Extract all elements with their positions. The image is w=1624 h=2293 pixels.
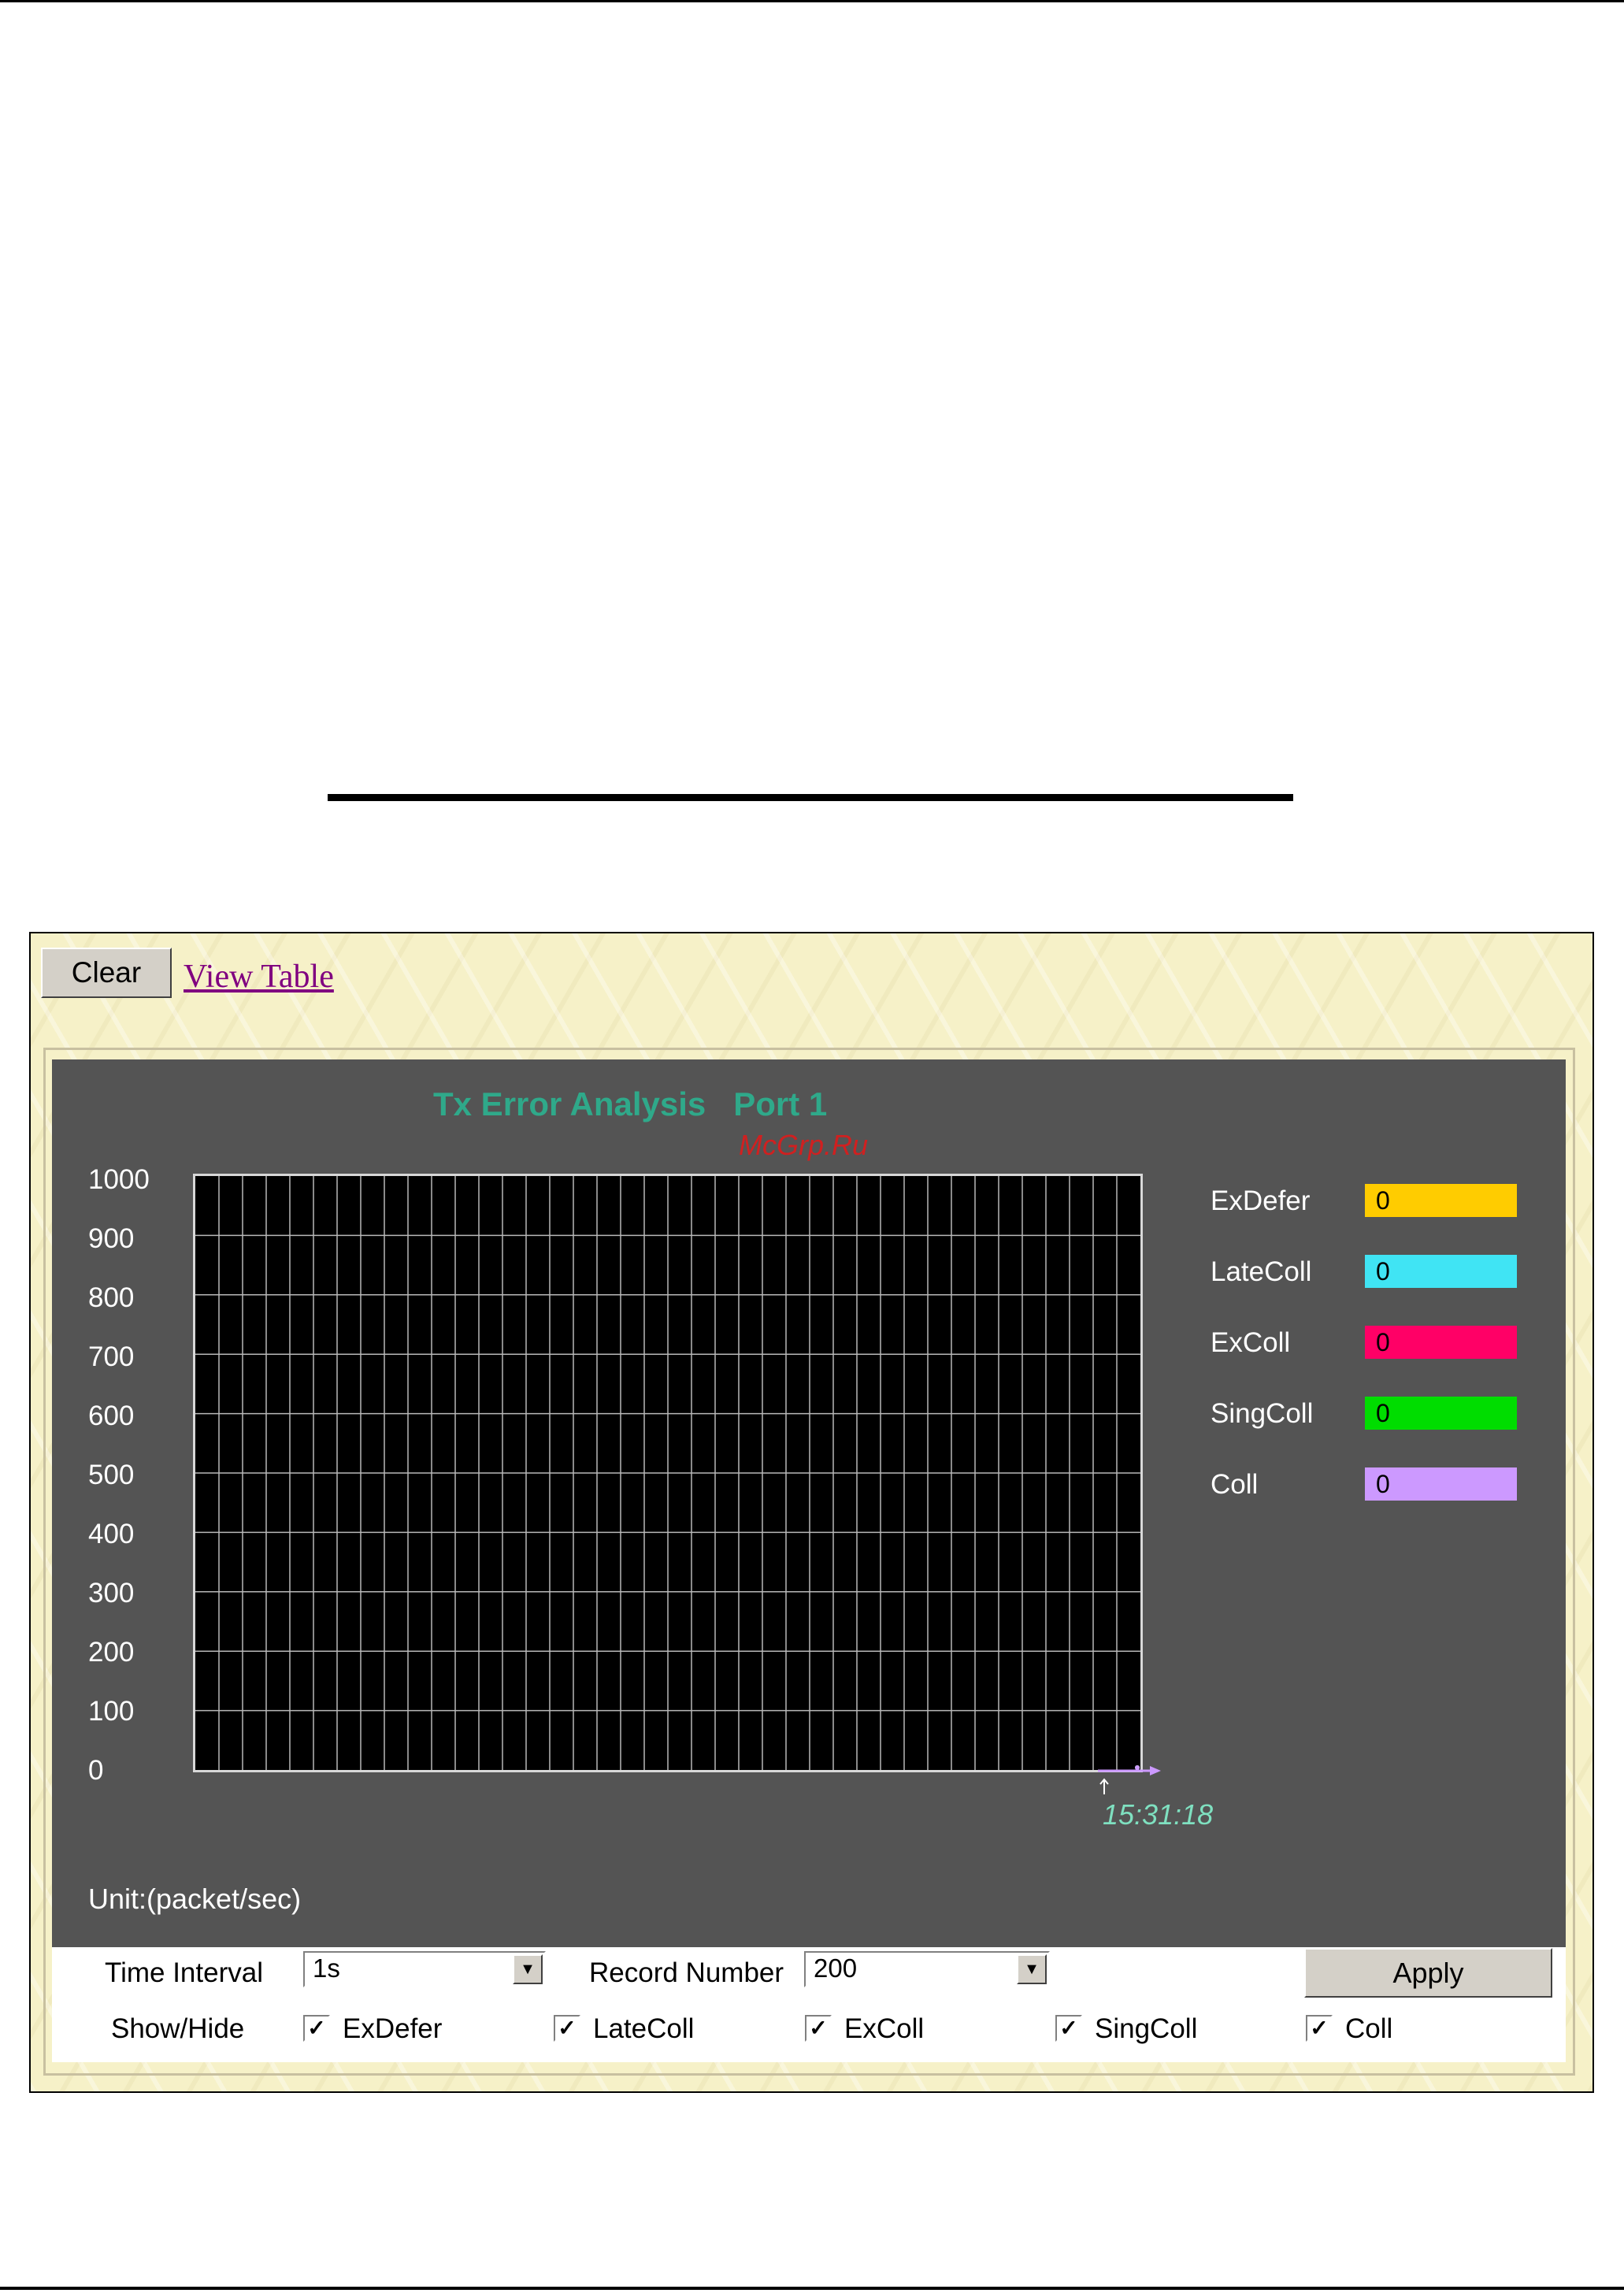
legend-label-singcoll: SingColl xyxy=(1211,1398,1314,1429)
section-divider xyxy=(328,794,1293,801)
clear-button[interactable]: Clear xyxy=(41,948,172,998)
y-tick-label: 600 xyxy=(88,1401,135,1431)
record-number-select[interactable]: 200 ▼ xyxy=(804,1951,1050,1987)
y-tick-label: 800 xyxy=(88,1282,135,1313)
checkbox-label-exdefer: ExDefer xyxy=(343,2013,443,2044)
show-hide-label: Show/Hide xyxy=(111,2013,245,2044)
chevron-down-icon[interactable]: ▼ xyxy=(513,1954,543,1984)
record-number-value: 200 xyxy=(814,1954,858,1983)
time-interval-label: Time Interval xyxy=(105,1957,263,1988)
y-tick-label: 1000 xyxy=(88,1164,150,1195)
time-interval-value: 1s xyxy=(313,1954,340,1983)
checkbox-singcoll[interactable]: ✓ xyxy=(1055,2015,1082,2042)
legend-value-coll: 0 xyxy=(1365,1467,1517,1501)
page-top-rule xyxy=(0,0,1624,2)
y-tick-label: 200 xyxy=(88,1637,135,1668)
checkbox-exdefer[interactable]: ✓ xyxy=(303,2015,330,2042)
view-table-link[interactable]: View Table xyxy=(184,958,334,996)
chevron-down-icon[interactable]: ▼ xyxy=(1017,1954,1047,1984)
checkbox-label-latecoll: LateColl xyxy=(593,2013,695,2044)
record-number-label: Record Number xyxy=(589,1957,784,1988)
y-tick-label: 100 xyxy=(88,1696,135,1727)
checkbox-latecoll[interactable]: ✓ xyxy=(554,2015,580,2042)
current-time-marker xyxy=(1098,1766,1161,1794)
checkbox-label-coll: Coll xyxy=(1345,2013,1393,2044)
legend-value-excoll: 0 xyxy=(1365,1326,1517,1359)
y-tick-label: 500 xyxy=(88,1460,135,1490)
y-tick-label: 0 xyxy=(88,1755,104,1786)
legend-label-excoll: ExColl xyxy=(1211,1327,1291,1358)
unit-label: Unit:(packet/sec) xyxy=(88,1883,302,1915)
legend-label-exdefer: ExDefer xyxy=(1211,1185,1311,1216)
coll-series-end-marker xyxy=(1150,1766,1161,1775)
y-tick-label: 700 xyxy=(88,1341,135,1372)
y-tick-label: 300 xyxy=(88,1578,135,1608)
y-tick-label: 400 xyxy=(88,1519,135,1549)
page-bottom-rule xyxy=(0,2287,1624,2290)
legend-value-singcoll: 0 xyxy=(1365,1397,1517,1430)
chart-title: Tx Error Analysis Port 1 xyxy=(433,1085,828,1122)
watermark: McGrp.Ru xyxy=(739,1129,869,1161)
time-interval-select[interactable]: 1s ▼ xyxy=(303,1951,546,1987)
checkbox-excoll[interactable]: ✓ xyxy=(805,2015,832,2042)
legend-value-latecoll: 0 xyxy=(1365,1255,1517,1288)
plot-area xyxy=(193,1174,1143,1772)
checkbox-coll[interactable]: ✓ xyxy=(1306,2015,1333,2042)
checkbox-label-singcoll: SingColl xyxy=(1095,2013,1198,2044)
legend-label-coll: Coll xyxy=(1211,1469,1259,1500)
legend-value-exdefer: 0 xyxy=(1365,1184,1517,1217)
y-tick-label: 900 xyxy=(88,1223,135,1254)
time-label: 15:31:18 xyxy=(1103,1798,1214,1831)
checkbox-label-excoll: ExColl xyxy=(844,2013,925,2044)
legend-label-latecoll: LateColl xyxy=(1211,1256,1312,1287)
apply-button[interactable]: Apply xyxy=(1304,1948,1552,1998)
